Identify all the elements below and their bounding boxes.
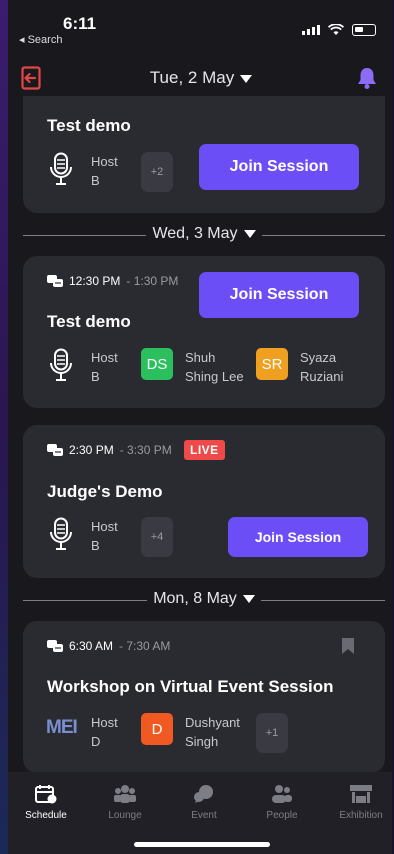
- nav-lounge[interactable]: Lounge: [93, 784, 157, 821]
- speaker-avatar[interactable]: D: [141, 713, 173, 745]
- chat-icon: [47, 275, 63, 287]
- nav-people[interactable]: People: [250, 784, 314, 821]
- nav-label: Schedule: [25, 810, 67, 821]
- app-screen: 6:11 ◂ Search Tue, 2 May Test demo Host …: [8, 0, 392, 854]
- session-card[interactable]: 6:30 AM - 7:30 AM Workshop on Virtual Ev…: [23, 621, 385, 772]
- group-icon: [114, 785, 136, 803]
- event-logo: MEI: [46, 717, 78, 738]
- divider-date-label: Mon, 8 May: [153, 590, 237, 607]
- session-title: Test demo: [47, 312, 131, 331]
- booth-icon: [350, 785, 372, 803]
- speaker-avatar[interactable]: SR: [256, 348, 288, 380]
- bookmark-icon[interactable]: [341, 637, 355, 655]
- date-picker-label: Tue, 2 May: [149, 68, 235, 87]
- people-icon: [272, 785, 292, 803]
- chevron-down-icon: [242, 594, 255, 603]
- join-session-button[interactable]: Join Session: [199, 144, 359, 190]
- speaker-name: Syaza Ruziani: [300, 350, 344, 384]
- background-edge: [0, 0, 8, 854]
- battery-icon: [352, 24, 376, 36]
- nav-label: Exhibition: [339, 810, 383, 821]
- live-badge: LIVE: [184, 440, 225, 460]
- session-title: Workshop on Virtual Event Session: [47, 677, 334, 696]
- home-indicator[interactable]: [134, 842, 270, 847]
- date-divider: Mon, 8 May: [23, 590, 385, 610]
- microphone-icon: [50, 152, 72, 185]
- session-time: 6:30 AM - 7:30 AM: [47, 639, 170, 653]
- nav-event[interactable]: Event: [172, 784, 236, 821]
- date-divider: Wed, 3 May: [23, 225, 385, 245]
- session-card[interactable]: 12:30 PM - 1:30 PM Join Session Test dem…: [23, 256, 385, 408]
- status-icons: [302, 24, 376, 36]
- host-label: Host B: [91, 350, 118, 384]
- host-label: Host B: [91, 519, 118, 553]
- join-session-button[interactable]: Join Session: [228, 517, 368, 557]
- chat-icon: [47, 444, 63, 456]
- divider-date-label: Wed, 3 May: [152, 225, 238, 242]
- calendar-icon: [35, 785, 57, 804]
- more-speakers-count[interactable]: +1: [256, 713, 288, 753]
- speaker-name: Dushyant Singh: [185, 715, 240, 749]
- session-time: 2:30 PM - 3:30 PM: [47, 443, 172, 457]
- chevron-down-icon: [243, 229, 256, 238]
- session-card[interactable]: 2:30 PM - 3:30 PM LIVE Judge's Demo Host…: [23, 425, 385, 578]
- nav-schedule[interactable]: Schedule: [14, 784, 78, 821]
- wifi-icon: [328, 24, 344, 35]
- time-end: - 3:30 PM: [119, 443, 172, 457]
- speaker-avatar[interactable]: DS: [141, 348, 173, 380]
- schedule-list[interactable]: Test demo Host B +2 Join Session Wed, 3 …: [8, 96, 392, 772]
- chevron-down-icon: [240, 74, 253, 83]
- more-speakers-count[interactable]: +4: [141, 517, 173, 557]
- speaker-name: Shuh Shing Lee: [185, 350, 244, 384]
- date-picker[interactable]: Tue, 2 May: [8, 68, 392, 88]
- session-title: Test demo: [47, 116, 131, 135]
- time-start: 6:30 AM: [69, 639, 114, 653]
- top-bar: Tue, 2 May: [8, 62, 392, 98]
- microphone-icon: [50, 517, 72, 550]
- time-start: 12:30 PM: [69, 274, 121, 288]
- nav-label: Event: [191, 810, 217, 821]
- session-time: 12:30 PM - 1:30 PM: [47, 274, 178, 288]
- bell-icon[interactable]: [356, 66, 378, 90]
- chat-icon: [47, 640, 63, 652]
- status-bar: 6:11 ◂ Search: [8, 0, 392, 52]
- join-session-button[interactable]: Join Session: [199, 272, 359, 318]
- back-to-search-link[interactable]: ◂ Search: [19, 33, 62, 46]
- nav-label: People: [266, 810, 298, 821]
- session-card[interactable]: Test demo Host B +2 Join Session: [23, 96, 385, 213]
- nav-label: Lounge: [108, 810, 142, 821]
- host-label: Host B: [91, 154, 118, 188]
- microphone-icon: [50, 348, 72, 381]
- signal-icon: [302, 25, 320, 35]
- time-end: - 7:30 AM: [119, 639, 171, 653]
- nav-exhibition[interactable]: Exhibition: [329, 784, 392, 821]
- time-start: 2:30 PM: [69, 443, 114, 457]
- session-title: Judge's Demo: [47, 482, 163, 501]
- host-label: Host D: [91, 715, 118, 749]
- clock: 6:11: [63, 14, 97, 33]
- chat-bubble-icon: [194, 785, 213, 803]
- time-end: - 1:30 PM: [126, 274, 179, 288]
- more-speakers-count[interactable]: +2: [141, 152, 173, 192]
